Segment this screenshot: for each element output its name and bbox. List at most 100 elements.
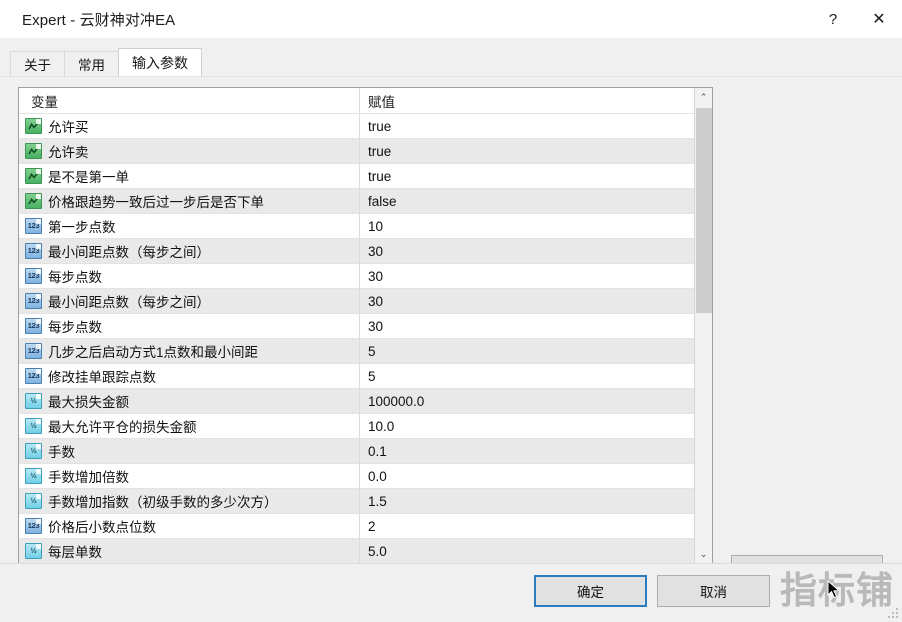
parameter-value-cell[interactable]: 0.0 bbox=[359, 463, 695, 489]
int-type-icon: 123 bbox=[25, 268, 42, 284]
parameter-name-cell: ½ 最大允许平仓的损失金额 bbox=[19, 416, 359, 436]
ok-button[interactable]: 确定 bbox=[534, 575, 647, 607]
table-row[interactable]: 允许买 true bbox=[19, 113, 695, 139]
table-row[interactable]: ½ 每层单数 5.0 bbox=[19, 538, 695, 563]
tab-inputs[interactable]: 输入参数 bbox=[118, 48, 202, 76]
bool-type-icon bbox=[25, 168, 42, 184]
bool-type-icon bbox=[25, 193, 42, 209]
parameter-name: 手数增加指数（初级手数的多少次方） bbox=[48, 495, 278, 510]
int-type-icon: 123 bbox=[25, 368, 42, 384]
expert-properties-dialog: Expert - 云财神对冲EA ? ✕ 关于 常用 输入参数 变量 赋值 允许… bbox=[0, 0, 902, 622]
column-header-variable[interactable]: 变量 bbox=[19, 91, 359, 111]
double-type-icon: ½ bbox=[25, 493, 42, 509]
parameter-name: 第一步点数 bbox=[48, 220, 116, 235]
parameter-value-cell[interactable]: 100000.0 bbox=[359, 388, 695, 414]
int-type-icon: 123 bbox=[25, 518, 42, 534]
table-row[interactable]: 允许卖 true bbox=[19, 138, 695, 164]
parameter-name-cell: ½ 手数 bbox=[19, 441, 359, 461]
table-row[interactable]: ½ 手数增加指数（初级手数的多少次方） 1.5 bbox=[19, 488, 695, 514]
scroll-down-arrow-icon[interactable]: ⌄ bbox=[695, 545, 712, 563]
parameter-value-cell[interactable]: true bbox=[359, 138, 695, 164]
parameter-name-cell: 123 每步点数 bbox=[19, 316, 359, 336]
table-row[interactable]: ½ 手数 0.1 bbox=[19, 438, 695, 464]
double-type-icon: ½ bbox=[25, 543, 42, 559]
parameter-name: 每步点数 bbox=[48, 320, 102, 335]
table-row[interactable]: 价格跟趋势一致后过一步后是否下单 false bbox=[19, 188, 695, 214]
table-row[interactable]: ½ 最大损失金额 100000.0 bbox=[19, 388, 695, 414]
parameter-value-cell[interactable]: 10 bbox=[359, 213, 695, 239]
scroll-up-arrow-icon[interactable]: ⌃ bbox=[695, 88, 712, 106]
window-title: Expert - 云财神对冲EA bbox=[22, 11, 176, 29]
parameter-name-cell: 允许卖 bbox=[19, 141, 359, 161]
parameter-name: 价格后小数点位数 bbox=[48, 520, 156, 535]
parameter-name: 手数增加倍数 bbox=[48, 470, 129, 485]
parameter-name: 允许买 bbox=[48, 120, 89, 135]
parameter-name-cell: ½ 手数增加指数（初级手数的多少次方） bbox=[19, 491, 359, 511]
cancel-button[interactable]: 取消 bbox=[657, 575, 770, 607]
table-row[interactable]: 123 修改挂单跟踪点数 5 bbox=[19, 363, 695, 389]
window-controls: ? ✕ bbox=[810, 0, 902, 38]
parameter-value-cell[interactable]: 30 bbox=[359, 288, 695, 314]
parameter-name-cell: 123 最小间距点数（每步之间） bbox=[19, 241, 359, 261]
vertical-scrollbar[interactable]: ⌃ ⌄ bbox=[694, 88, 712, 563]
table-row[interactable]: 123 价格后小数点位数 2 bbox=[19, 513, 695, 539]
parameter-name-cell: 123 每步点数 bbox=[19, 266, 359, 286]
int-type-icon: 123 bbox=[25, 293, 42, 309]
table-row[interactable]: 123 第一步点数 10 bbox=[19, 213, 695, 239]
table-row[interactable]: 123 几步之后启动方式1点数和最小间距 5 bbox=[19, 338, 695, 364]
parameter-value-cell[interactable]: 1.5 bbox=[359, 488, 695, 514]
int-type-icon: 123 bbox=[25, 243, 42, 259]
tab-about[interactable]: 关于 bbox=[10, 51, 65, 76]
parameter-name-cell: 123 几步之后启动方式1点数和最小间距 bbox=[19, 341, 359, 361]
parameter-value-cell[interactable]: 5 bbox=[359, 338, 695, 364]
parameter-name: 最大允许平仓的损失金额 bbox=[48, 420, 197, 435]
parameter-name-cell: 123 修改挂单跟踪点数 bbox=[19, 366, 359, 386]
scrollbar-thumb[interactable] bbox=[696, 108, 712, 313]
table-row[interactable]: 123 最小间距点数（每步之间） 30 bbox=[19, 288, 695, 314]
help-icon[interactable]: ? bbox=[810, 0, 856, 38]
double-type-icon: ½ bbox=[25, 393, 42, 409]
parameter-value-cell[interactable]: true bbox=[359, 113, 695, 139]
parameter-name-cell: ½ 最大损失金额 bbox=[19, 391, 359, 411]
parameter-value-cell[interactable]: 30 bbox=[359, 313, 695, 339]
close-icon[interactable]: ✕ bbox=[856, 0, 902, 38]
parameter-name-cell: 123 最小间距点数（每步之间） bbox=[19, 291, 359, 311]
table-row[interactable]: 123 每步点数 30 bbox=[19, 263, 695, 289]
parameter-value-cell[interactable]: 10.0 bbox=[359, 413, 695, 439]
parameter-value-cell[interactable]: false bbox=[359, 188, 695, 214]
parameter-value-cell[interactable]: 30 bbox=[359, 238, 695, 264]
parameter-name: 价格跟趋势一致后过一步后是否下单 bbox=[48, 195, 264, 210]
parameter-name-cell: 价格跟趋势一致后过一步后是否下单 bbox=[19, 191, 359, 211]
table-header-row: 变量 赋值 bbox=[19, 88, 695, 113]
parameter-name: 允许卖 bbox=[48, 145, 89, 160]
parameter-value-cell[interactable]: 30 bbox=[359, 263, 695, 289]
table-row[interactable]: 123 每步点数 30 bbox=[19, 313, 695, 339]
table-row[interactable]: 123 最小间距点数（每步之间） 30 bbox=[19, 238, 695, 264]
parameter-name-cell: 允许买 bbox=[19, 116, 359, 136]
resize-grip[interactable] bbox=[888, 608, 899, 619]
column-header-value[interactable]: 赋值 bbox=[359, 88, 695, 113]
int-type-icon: 123 bbox=[25, 318, 42, 334]
parameter-value-cell[interactable]: 5 bbox=[359, 363, 695, 389]
title-bar: Expert - 云财神对冲EA ? ✕ bbox=[0, 0, 902, 38]
parameter-value-cell[interactable]: true bbox=[359, 163, 695, 189]
double-type-icon: ½ bbox=[25, 468, 42, 484]
table-row[interactable]: ½ 最大允许平仓的损失金额 10.0 bbox=[19, 413, 695, 439]
parameter-name-cell: ½ 手数增加倍数 bbox=[19, 466, 359, 486]
parameter-value-cell[interactable]: 5.0 bbox=[359, 538, 695, 563]
table-row[interactable]: ½ 手数增加倍数 0.0 bbox=[19, 463, 695, 489]
dialog-body: 变量 赋值 允许买 true 允许卖 true 是不是第一单 true 价格跟趋势一致后过一… bbox=[0, 76, 902, 622]
tab-common[interactable]: 常用 bbox=[64, 51, 119, 76]
parameter-value-cell[interactable]: 0.1 bbox=[359, 438, 695, 464]
int-type-icon: 123 bbox=[25, 343, 42, 359]
parameter-name: 几步之后启动方式1点数和最小间距 bbox=[48, 345, 259, 360]
table-row[interactable]: 是不是第一单 true bbox=[19, 163, 695, 189]
int-type-icon: 123 bbox=[25, 218, 42, 234]
parameter-name: 修改挂单跟踪点数 bbox=[48, 370, 156, 385]
parameter-name: 每层单数 bbox=[48, 545, 102, 560]
parameter-name-cell: 是不是第一单 bbox=[19, 166, 359, 186]
parameters-table: 变量 赋值 允许买 true 允许卖 true 是不是第一单 true 价格跟趋势一致后过一… bbox=[18, 87, 713, 564]
parameter-name: 是不是第一单 bbox=[48, 170, 129, 185]
parameter-value-cell[interactable]: 2 bbox=[359, 513, 695, 539]
dialog-footer: 确定 取消 bbox=[0, 563, 902, 622]
